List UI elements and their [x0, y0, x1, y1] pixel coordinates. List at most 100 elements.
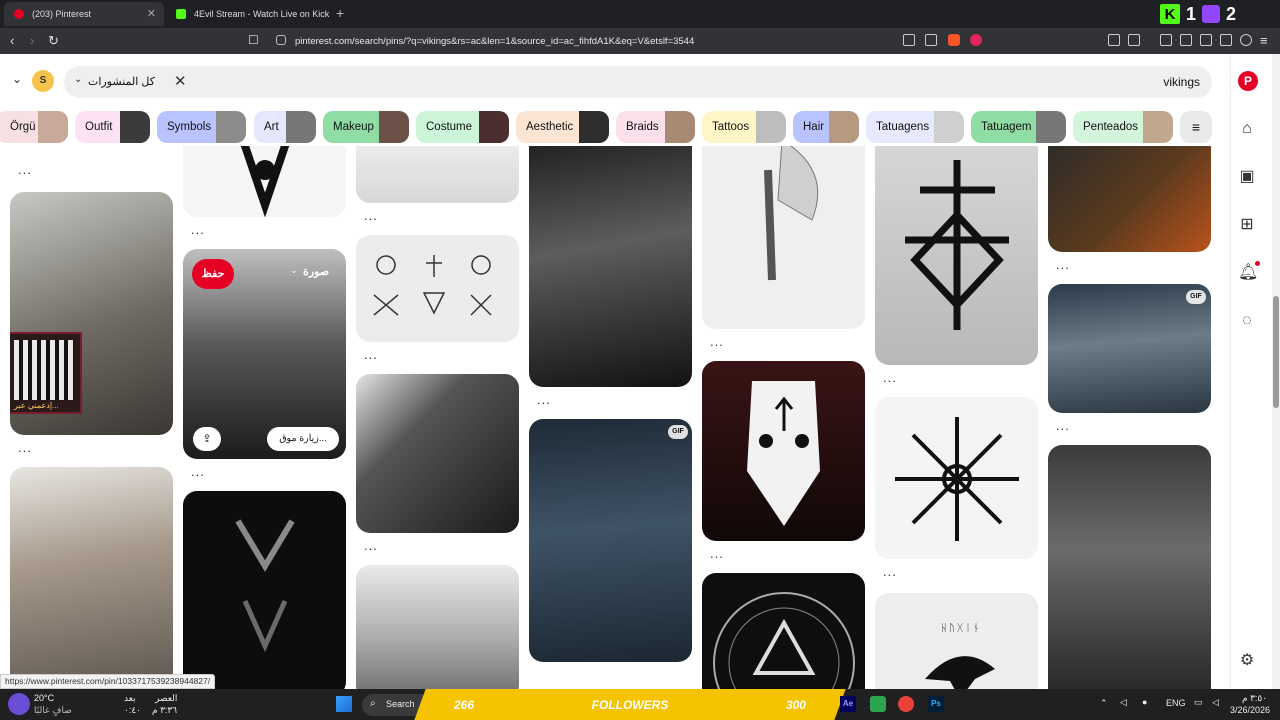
pin-ragnar-portrait[interactable]: إدعمني عبر...	[10, 192, 173, 435]
windows-start-icon[interactable]	[336, 696, 352, 712]
create-icon[interactable]: ⊞	[1238, 216, 1256, 234]
pin-more-icon[interactable]: ...	[18, 162, 32, 177]
pin-floki-axe[interactable]	[10, 467, 173, 689]
screenshot-icon[interactable]	[1128, 34, 1140, 46]
search-query[interactable]: vikings	[1163, 75, 1200, 89]
pin-raven-sketch[interactable]	[356, 146, 519, 203]
pin-fire-warrior[interactable]	[1048, 146, 1211, 252]
pin-raven-runes[interactable]: ᚺᚢᚷᛁᚾ	[875, 593, 1038, 689]
clear-search-icon[interactable]: ✕	[174, 72, 187, 90]
reload-icon[interactable]: ↻	[48, 33, 59, 49]
search-input[interactable]: ⌄ كل المنشورات ✕ vikings	[64, 66, 1212, 98]
chevron-down-icon[interactable]: ⌄	[12, 72, 22, 86]
twitch-extension-icon[interactable]	[1202, 5, 1221, 23]
pin-bearded-warrior[interactable]	[529, 146, 692, 387]
pin-bear-warrior[interactable]	[356, 374, 519, 533]
board-select[interactable]: صورة	[303, 265, 329, 278]
back-icon[interactable]: ‹	[10, 33, 14, 48]
mic-icon[interactable]: ●	[1142, 697, 1147, 707]
filter-chip-makeup[interactable]: Makeup	[323, 111, 409, 143]
pin-more-icon[interactable]: ...	[1056, 418, 1070, 433]
explore-icon[interactable]: ▣	[1238, 168, 1256, 186]
pin-more-icon[interactable]: ...	[1056, 257, 1070, 272]
pin-more-icon[interactable]: ...	[710, 546, 724, 561]
pin-ragnar-gif[interactable]: GIF	[1048, 284, 1211, 413]
filter-chip-tatuagens[interactable]: Tatuagens	[866, 111, 964, 143]
cast-icon[interactable]	[903, 34, 915, 46]
pin-more-icon[interactable]: ...	[191, 222, 205, 237]
tab-pinterest[interactable]: (203) Pinterest ✕	[4, 2, 164, 26]
board-chevron-icon[interactable]: ⌄	[290, 265, 298, 276]
pin-odin-mask-art[interactable]	[702, 361, 865, 541]
forward-icon[interactable]: ›	[30, 33, 34, 48]
filter-chip-hair[interactable]: Hair	[793, 111, 859, 143]
settings-icon[interactable]: ⚙	[1238, 652, 1256, 670]
pin-vegvisir-symbol[interactable]	[875, 397, 1038, 559]
pin-ragnar-sword-gif[interactable]: GIF	[529, 419, 692, 662]
pinterest-logo-icon[interactable]: P	[1238, 71, 1258, 91]
filter-chip-costume[interactable]: Costume	[416, 111, 509, 143]
scope-chevron-icon[interactable]: ⌄	[74, 74, 82, 85]
share-pin-icon[interactable]: ⇪	[193, 427, 221, 451]
network-icon[interactable]: ▭	[1194, 697, 1203, 708]
pin-more-icon[interactable]: ...	[364, 347, 378, 362]
new-tab-button[interactable]: +	[336, 5, 344, 21]
brave-shield-icon[interactable]	[948, 34, 960, 46]
menu-icon[interactable]: ≡	[1260, 33, 1268, 48]
pin-lagertha-portrait[interactable]	[356, 565, 519, 689]
after-effects-icon[interactable]: Ae	[840, 696, 856, 712]
language-indicator[interactable]: ENG	[1166, 698, 1186, 708]
clock-time[interactable]: ٣:٥٠ م	[1242, 693, 1267, 704]
kick-extension-icon[interactable]: K	[1160, 4, 1180, 24]
close-tab-icon[interactable]: ✕	[147, 7, 156, 20]
leo-ai-icon[interactable]	[1220, 34, 1232, 46]
filter-chip-outfit[interactable]: Outfit	[75, 111, 150, 143]
bookmark-icon[interactable]: ☐	[248, 33, 259, 47]
pin-knot-symbol[interactable]	[183, 146, 346, 217]
notifications-icon[interactable]: 🔔︎	[1238, 264, 1258, 282]
filter-chip-tattoos[interactable]: Tattoos	[702, 111, 786, 143]
share-icon[interactable]	[925, 34, 937, 46]
pin-vikings-logo-dark[interactable]	[183, 491, 346, 689]
save-button[interactable]: حفظ	[192, 259, 234, 289]
pin-axe-tattoo-sketch[interactable]	[702, 146, 865, 329]
media-icon[interactable]	[1160, 34, 1172, 46]
vpn-icon[interactable]	[1240, 34, 1252, 46]
sidebar-icon[interactable]	[1180, 34, 1192, 46]
messages-icon[interactable]: ◌	[1238, 312, 1256, 330]
pin-more-icon[interactable]: ...	[883, 370, 897, 385]
pin-more-icon[interactable]: ...	[18, 440, 32, 455]
wallet-icon[interactable]	[1200, 34, 1212, 46]
pin-valknut-circle[interactable]	[702, 573, 865, 689]
visit-site-button[interactable]: زيارة موق...	[267, 427, 339, 451]
pin-viking-symbols-chart[interactable]	[356, 235, 519, 342]
scrollbar-thumb[interactable]	[1273, 296, 1279, 408]
pin-more-icon[interactable]: ...	[191, 464, 205, 479]
volume-icon[interactable]: ◁	[1120, 697, 1127, 708]
pin-more-icon[interactable]: ...	[710, 334, 724, 349]
chrome-icon[interactable]	[898, 696, 914, 712]
pin-more-icon[interactable]: ...	[537, 392, 551, 407]
pin-more-icon[interactable]: ...	[883, 564, 897, 579]
filter-chip-braids[interactable]: Braids	[616, 111, 695, 143]
photoshop-icon[interactable]: Ps	[928, 696, 944, 712]
filter-chip-penteados[interactable]: Penteados	[1073, 111, 1173, 143]
pin-bear-fur-warrior[interactable]	[1048, 445, 1211, 689]
filter-chip-aesthetic[interactable]: Aesthetic	[516, 111, 609, 143]
site-info-icon[interactable]	[276, 35, 286, 45]
avatar[interactable]: S	[32, 70, 54, 92]
address-bar[interactable]: pinterest.com/search/pins/?q=vikings&rs=…	[268, 31, 988, 51]
tab-kick[interactable]: 4Evil Stream - Watch Live on Kick	[166, 2, 330, 26]
filter-chip-tatuagem[interactable]: Tatuagem	[971, 111, 1066, 143]
clock-date[interactable]: 3/26/2026	[1230, 705, 1270, 715]
extensions-icon[interactable]	[1108, 34, 1120, 46]
filter-settings-icon[interactable]: ≡	[1180, 111, 1212, 143]
filter-chip-art[interactable]: Art	[254, 111, 316, 143]
tray-chevron-icon[interactable]: ⌃	[1100, 698, 1108, 709]
pin-more-icon[interactable]: ...	[364, 208, 378, 223]
pin-rune-symbol[interactable]	[875, 146, 1038, 365]
home-icon[interactable]: ⌂	[1238, 120, 1256, 138]
rewards-icon[interactable]	[970, 34, 982, 46]
scope-dropdown[interactable]: كل المنشورات	[88, 75, 155, 88]
filter-chip-orgu[interactable]: Örgü	[0, 111, 68, 143]
